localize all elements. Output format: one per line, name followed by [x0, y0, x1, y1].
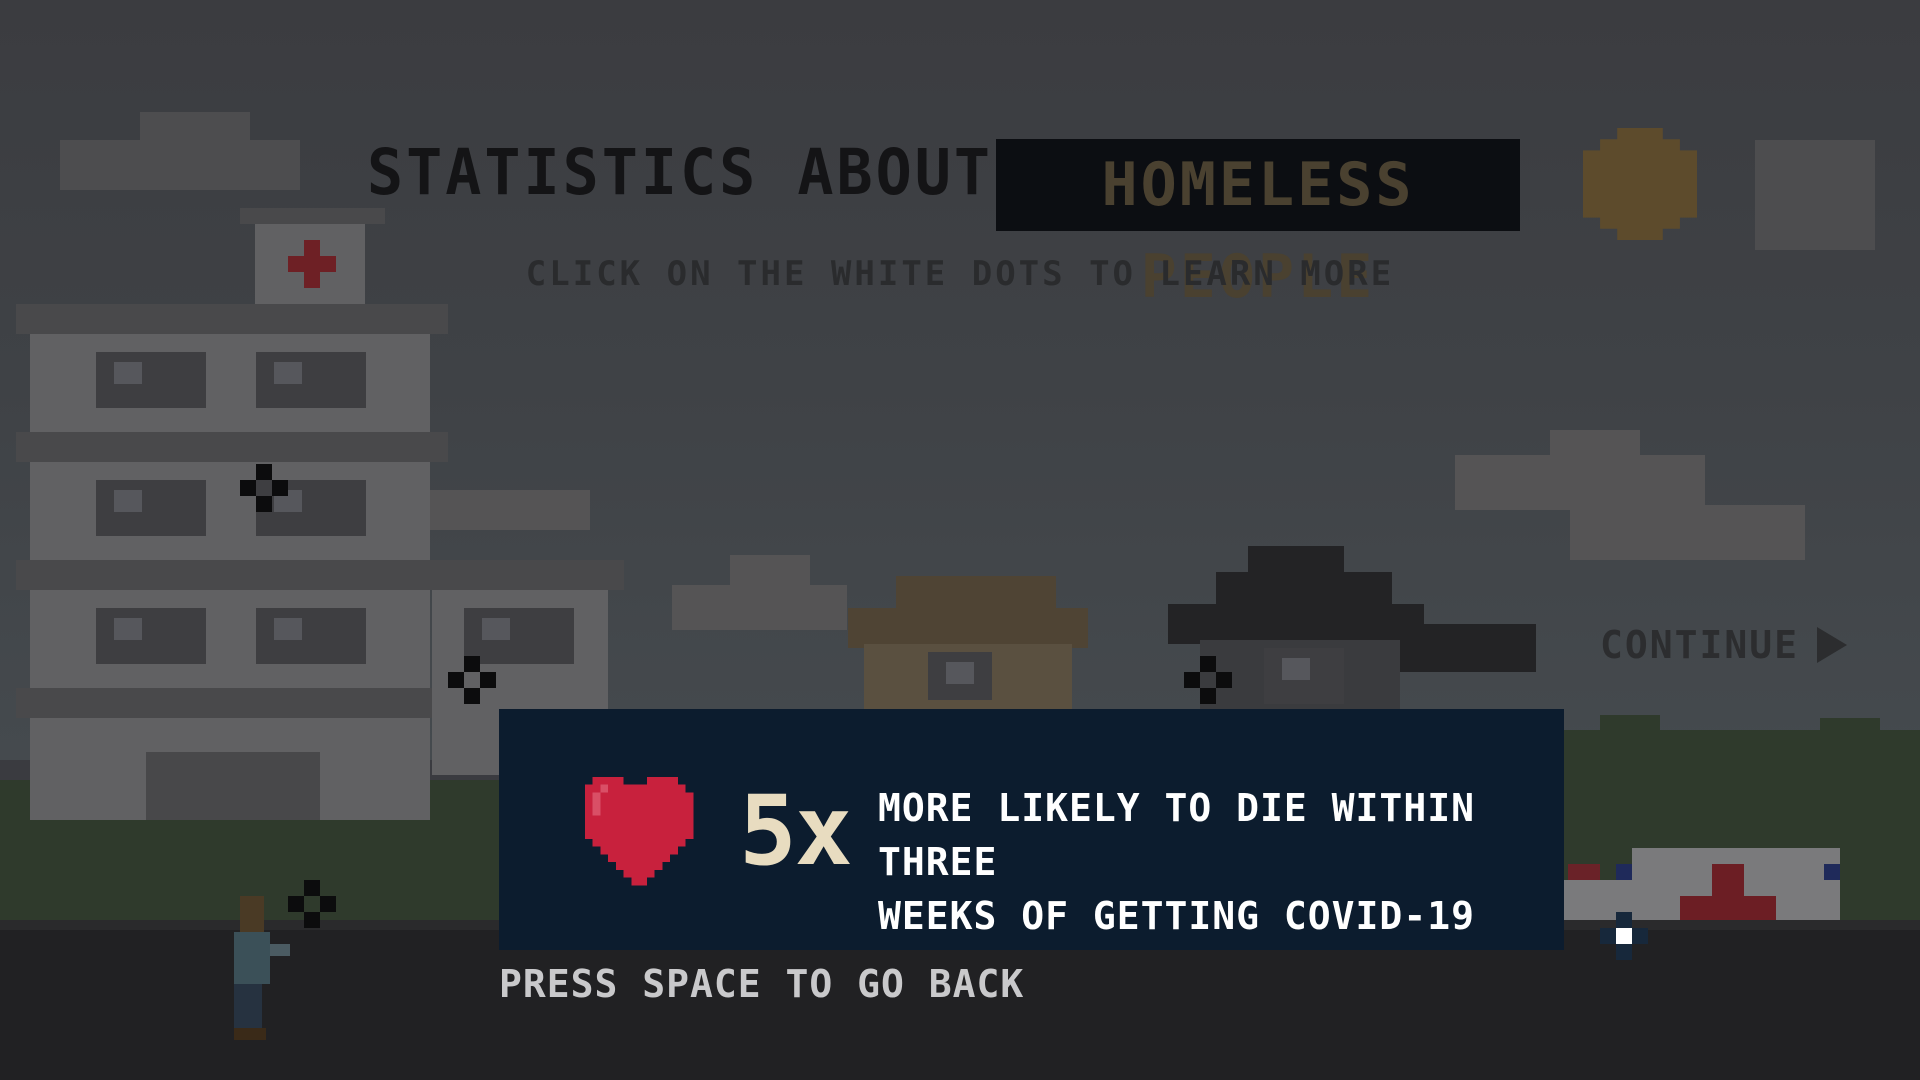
- ambulance-light: [1616, 864, 1632, 880]
- continue-button[interactable]: CONTINUE: [1600, 620, 1848, 670]
- page-title: STATISTICS ABOUT: [367, 136, 993, 210]
- house-chimney: [1024, 576, 1056, 616]
- instruction-text: CLICK ON THE WHITE DOTS TO LEARN MORE: [525, 254, 1395, 294]
- hospital-ledge: [16, 560, 448, 590]
- hospital-window: [96, 352, 206, 408]
- heart-icon: [584, 776, 694, 886]
- statistic-line-1: MORE LIKELY TO DIE WITHIN THREE: [878, 786, 1475, 884]
- house-roof: [896, 576, 1040, 612]
- back-hint: PRESS SPACE TO GO BACK: [499, 962, 1025, 1006]
- house-window: [928, 652, 992, 700]
- cloud: [1570, 505, 1805, 560]
- bushes: [1820, 718, 1880, 738]
- hospital-window: [96, 608, 206, 664]
- cloud: [730, 555, 810, 590]
- hospital-window: [256, 608, 366, 664]
- info-hotspot-dot[interactable]: [448, 656, 496, 704]
- info-hotspot-dot[interactable]: [288, 880, 336, 928]
- ambulance-light: [1824, 864, 1840, 880]
- hospital-entrance: [146, 752, 320, 820]
- statistic-description: MORE LIKELY TO DIE WITHIN THREE WEEKS OF…: [878, 781, 1528, 943]
- info-hotspot-dot-active[interactable]: [1600, 912, 1648, 960]
- bushes: [1600, 715, 1660, 735]
- statistic-panel: 5x MORE LIKELY TO DIE WITHIN THREE WEEKS…: [499, 709, 1564, 950]
- statistic-number: 5x: [739, 775, 853, 887]
- cloud: [430, 490, 590, 530]
- info-hotspot-dot[interactable]: [1184, 656, 1232, 704]
- house-window: [1264, 648, 1344, 704]
- page-title-highlight: HOMELESS PEOPLE: [996, 139, 1520, 312]
- play-arrow-icon: [1817, 627, 1848, 663]
- statistic-line-2: WEEKS OF GETTING COVID-19: [878, 894, 1475, 938]
- info-hotspot-dot[interactable]: [240, 464, 288, 512]
- cloud: [1550, 430, 1640, 460]
- house-roof: [1168, 604, 1424, 644]
- hospital-roof: [240, 208, 385, 224]
- cloud: [1455, 455, 1705, 510]
- continue-label: CONTINUE: [1600, 623, 1800, 667]
- cloud: [672, 585, 847, 630]
- page-title-row: STATISTICS ABOUT: [0, 136, 1920, 210]
- house-roof: [1216, 572, 1392, 608]
- hospital-window: [96, 480, 206, 536]
- house-roof: [1392, 624, 1536, 672]
- hospital-ledge: [16, 432, 448, 462]
- hospital-ledge: [16, 688, 448, 718]
- hospital-ledge: [16, 304, 448, 334]
- hospital-annex-roof: [432, 560, 624, 590]
- ambulance-light: [1568, 864, 1600, 880]
- house-roof: [1248, 546, 1344, 576]
- hospital-window: [256, 352, 366, 408]
